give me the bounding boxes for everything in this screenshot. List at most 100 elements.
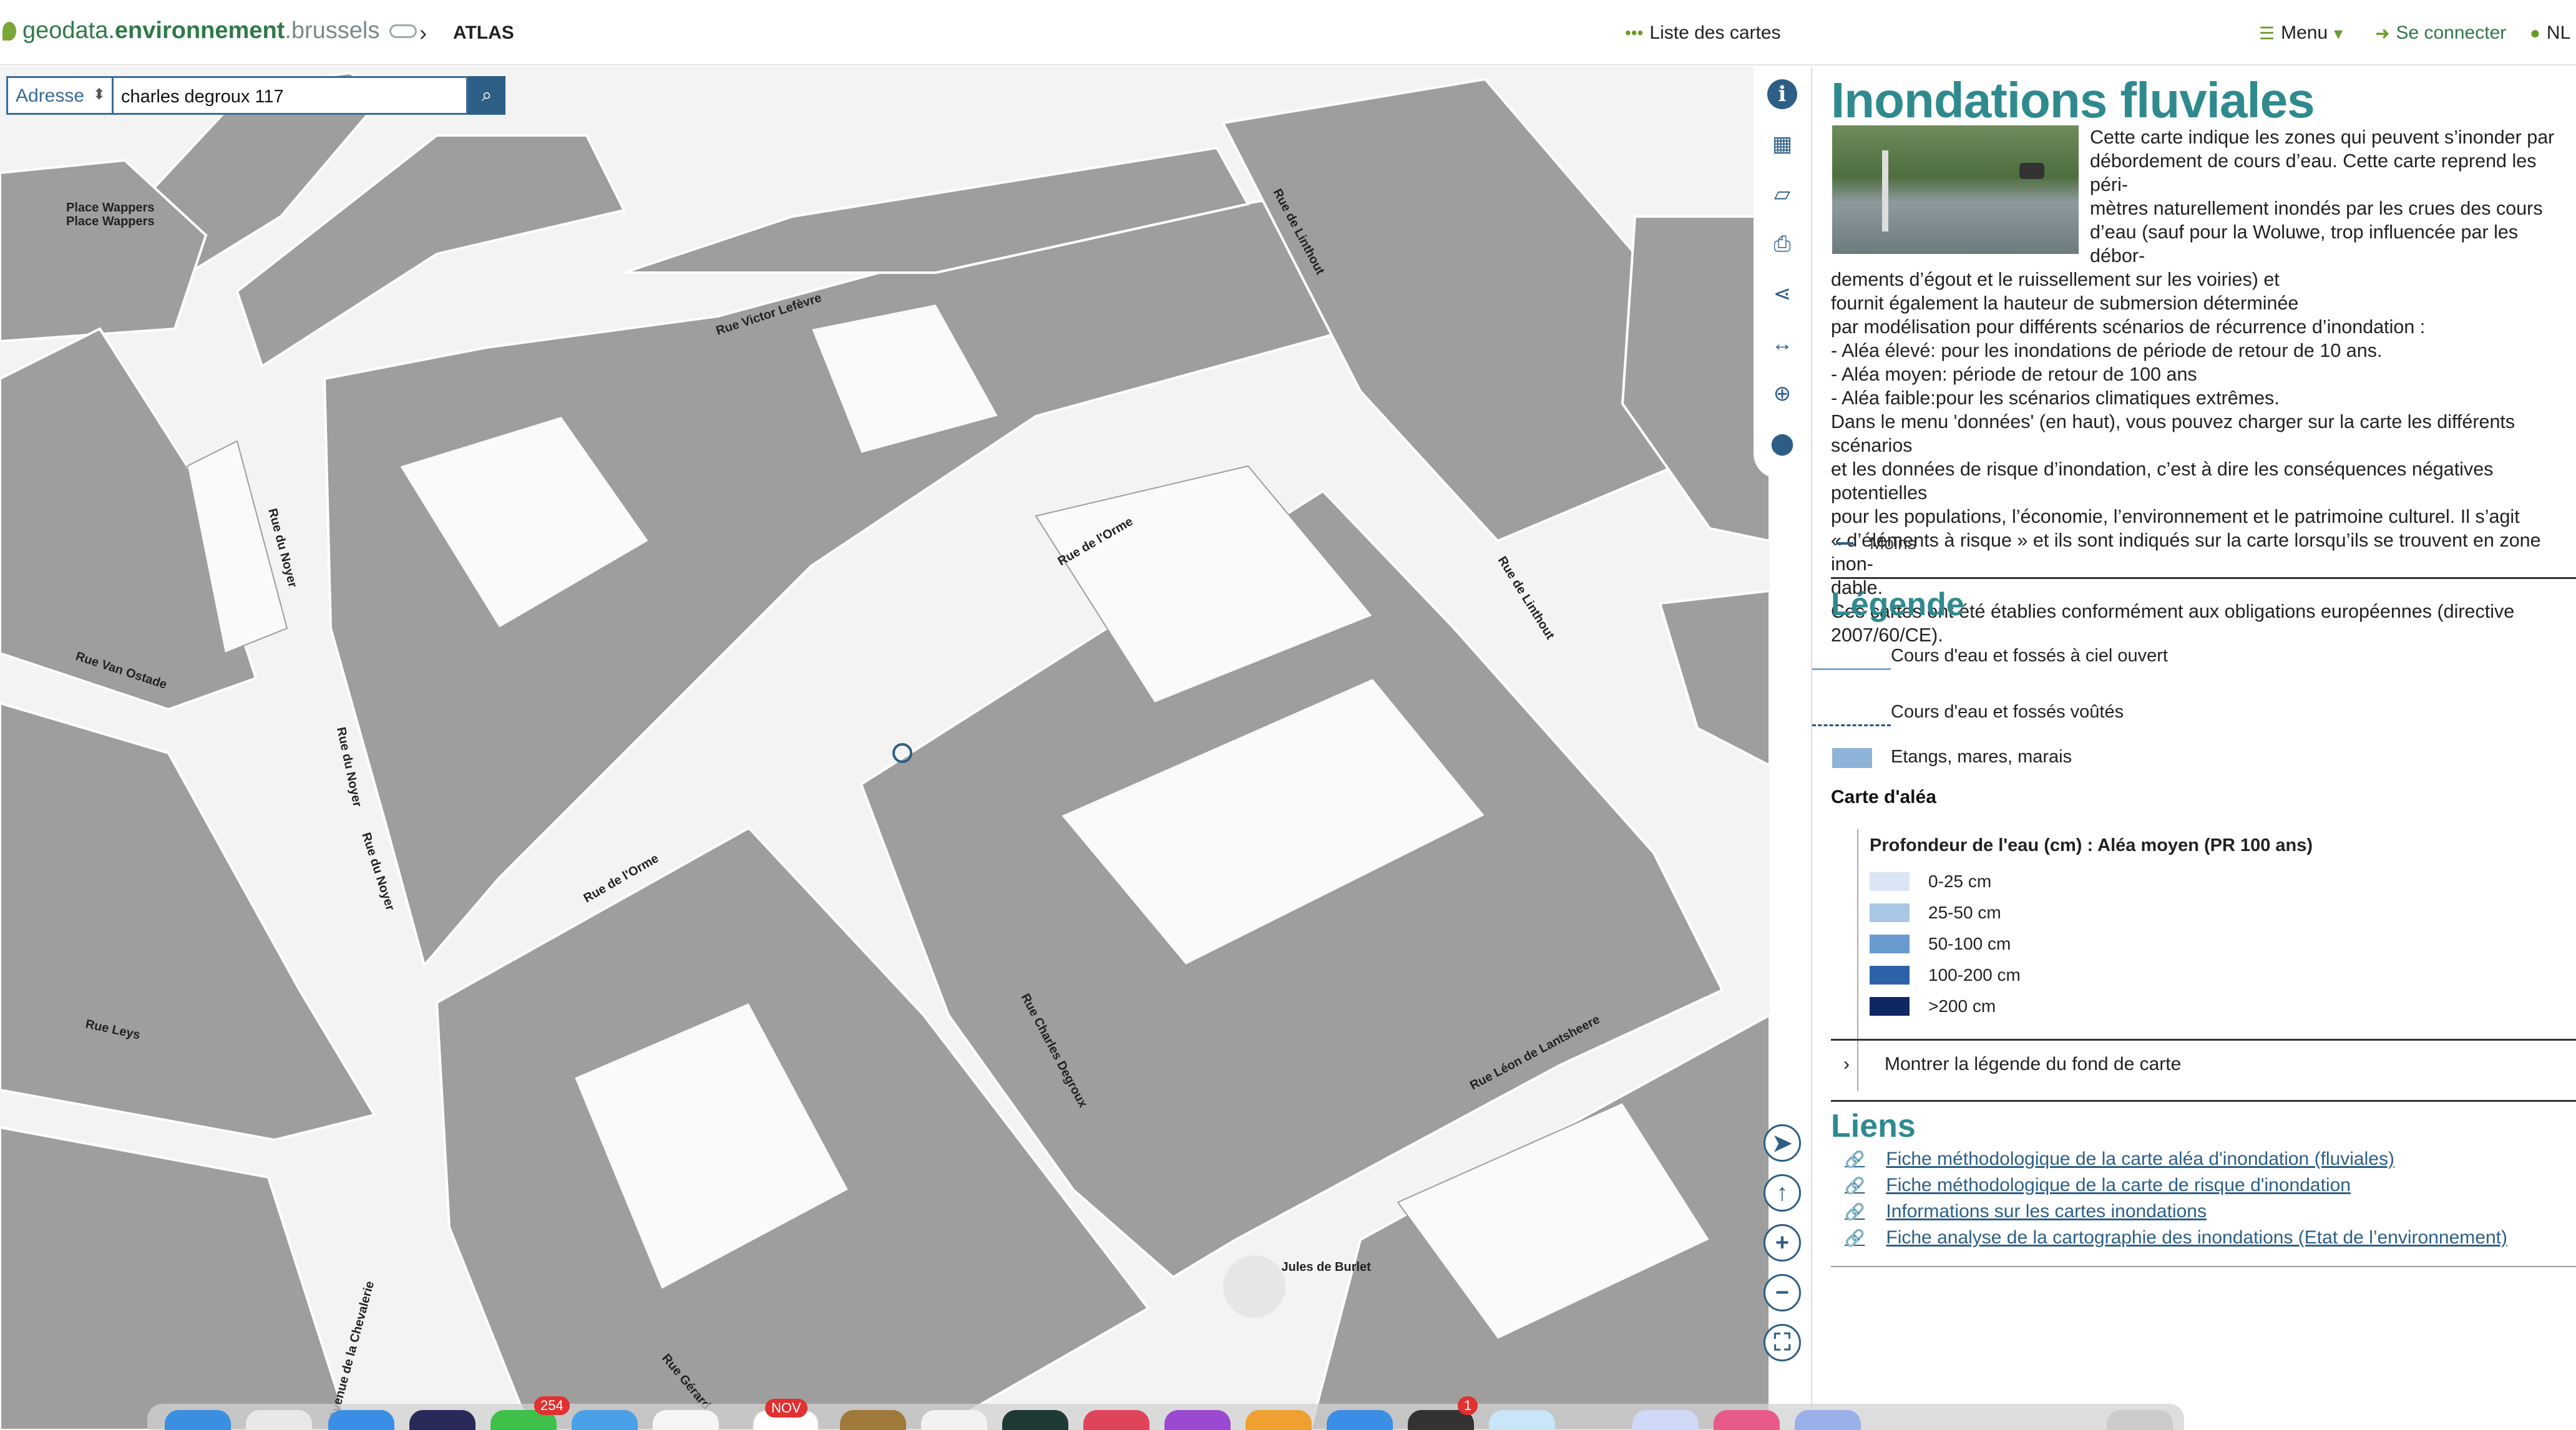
app-icon[interactable]: [409, 1410, 476, 1430]
share-icon[interactable]: ⋖: [1767, 279, 1797, 309]
link-label: Informations sur les cartes inondations: [1886, 1201, 2207, 1222]
logo-text-2: environnement: [114, 17, 285, 44]
desc-line: dements d’égout et le ruissellement sur …: [1831, 269, 2280, 290]
login-link[interactable]: ➜ Se connecter: [2375, 22, 2506, 44]
finder-icon[interactable]: [165, 1410, 231, 1430]
login-label: Se connecter: [2396, 22, 2507, 43]
breadcrumb-atlas[interactable]: ATLAS: [453, 22, 514, 44]
app-icon[interactable]: [1795, 1410, 1861, 1430]
info-panel: Inondations fluviales Cette carte indiqu…: [1811, 67, 2576, 1430]
link-icon: 🔗: [1845, 1228, 1865, 1247]
dots-icon: •••: [1625, 23, 1644, 42]
swatch: [1870, 872, 1910, 891]
logo-text-1: geodata.: [22, 17, 115, 44]
legend-item: Cours d'eau et fossés à ciel ouvert: [1891, 646, 2168, 666]
panel-title: Inondations fluviales: [1831, 72, 2315, 128]
swatch: [1870, 903, 1910, 922]
desc-line: par modélisation pour différents scénari…: [1831, 316, 2426, 338]
depth-class-label: 0-25 cm: [1928, 872, 1992, 891]
app-icon[interactable]: [1246, 1410, 1312, 1430]
divider: [1831, 577, 2576, 579]
desc-line: fournit également la hauteur de submersi…: [1831, 293, 2299, 314]
map-toolbar: i ▦ ▱ ⎙ ⋖ ↔ ⊕ ⬤: [1754, 67, 1810, 479]
search-button[interactable]: ⌕: [468, 76, 505, 115]
logo-text-3: .brussels: [285, 17, 380, 44]
language-switch[interactable]: ● NL: [2530, 22, 2570, 44]
menu-button[interactable]: ☰ Menu ▾: [2259, 22, 2343, 44]
link-label: Fiche méthodologique de la carte de risq…: [1886, 1175, 2351, 1195]
navigate-icon[interactable]: ➤: [1764, 1124, 1801, 1162]
settings-badge: 1: [1458, 1396, 1478, 1415]
macos-dock: 254 NOV 1: [147, 1396, 2184, 1430]
search-input[interactable]: charles degroux 117: [114, 76, 468, 115]
show-basemap-legend-toggle[interactable]: › Montrer la légende du fond de carte: [1843, 1054, 2181, 1075]
divider: [1831, 1039, 2576, 1041]
measure-icon[interactable]: ↔: [1767, 329, 1797, 359]
address-search: Adresse charles degroux 117 ⌕: [6, 76, 505, 115]
north-arrow-icon[interactable]: ↑: [1764, 1174, 1801, 1212]
map-canvas[interactable]: Place Wappers Place Wappers Rue Victor L…: [0, 67, 1770, 1430]
safari-icon[interactable]: [328, 1410, 394, 1430]
trash-icon[interactable]: [2107, 1410, 2173, 1430]
depth-title: Profondeur de l'eau (cm) : Aléa moyen (P…: [1870, 835, 2313, 855]
pin-icon[interactable]: ⬤: [1767, 429, 1797, 459]
app-icon[interactable]: [1489, 1410, 1555, 1430]
app-store-icon[interactable]: [1327, 1410, 1393, 1430]
zoom-in-button[interactable]: +: [1764, 1224, 1801, 1262]
cloud-icon: [389, 24, 417, 38]
breadcrumb-separator: ›: [419, 20, 427, 46]
leaf-icon: [2, 21, 16, 41]
show-basemap-legend-label: Montrer la légende du fond de carte: [1885, 1054, 2182, 1074]
app-icon[interactable]: [1714, 1410, 1780, 1430]
table-icon[interactable]: ▦: [1767, 129, 1797, 159]
info-icon[interactable]: i: [1767, 79, 1797, 109]
link-item[interactable]: 🔗 Informations sur les cartes inondations: [1845, 1199, 2507, 1225]
desc-line: - Aléa faible:pour les scénarios climati…: [1831, 387, 2280, 409]
zoom-out-button[interactable]: −: [1764, 1274, 1801, 1311]
top-header: geodata. environnement .brussels › ATLAS •…: [0, 0, 2576, 66]
desc-line: pour les populations, l’économie, l’envi…: [1831, 506, 2520, 527]
desc-line: 2007/60/CE).: [1831, 625, 1943, 646]
app-icon[interactable]: [1002, 1410, 1068, 1430]
launchpad-icon[interactable]: [246, 1410, 312, 1430]
hamburger-icon: ☰: [2259, 23, 2275, 43]
print-icon[interactable]: ⎙: [1767, 229, 1797, 259]
link-item[interactable]: 🔗 Fiche méthodologique de la carte de ris…: [1845, 1172, 2507, 1199]
swatch: [1870, 997, 1910, 1016]
map-label: Place Wappers: [66, 201, 155, 215]
locate-crosshair-icon[interactable]: ⊕: [1767, 379, 1797, 409]
depth-class-label: 50-100 cm: [1928, 934, 2011, 953]
photos-icon[interactable]: [653, 1410, 719, 1430]
desc-line: - Aléa moyen: période de retour de 100 a…: [1831, 364, 2197, 385]
fullscreen-icon[interactable]: ⛶: [1764, 1324, 1801, 1361]
ponds-symbol: [1832, 748, 1872, 768]
link-item[interactable]: 🔗 Fiche méthodologique de la carte aléa d…: [1845, 1146, 2507, 1172]
menu-label: Menu: [2281, 22, 2328, 43]
music-icon[interactable]: [1083, 1410, 1149, 1430]
app-icon[interactable]: [1632, 1410, 1699, 1430]
depth-class-label: 100-200 cm: [1928, 965, 2021, 985]
speech-bubble-icon: ●: [2530, 23, 2540, 42]
open-watercourse-symbol: [1812, 668, 1891, 670]
search-type-select[interactable]: Adresse: [6, 76, 114, 115]
legend-title: Légende: [1831, 586, 1964, 623]
depth-class: >200 cm: [1870, 996, 1996, 1016]
list-maps-link[interactable]: ••• Liste des cartes: [1625, 22, 1781, 44]
link-item[interactable]: 🔗 Fiche analyse de la cartographie des in…: [1845, 1225, 2507, 1251]
link-label: Fiche analyse de la cartographie des ino…: [1886, 1227, 2507, 1248]
site-logo[interactable]: geodata. environnement .brussels: [2, 17, 417, 44]
map-icon[interactable]: ▱: [1767, 179, 1797, 209]
links-title: Liens: [1831, 1108, 1916, 1144]
chevron-right-icon: ›: [1843, 1054, 1850, 1074]
podcasts-icon[interactable]: [1164, 1410, 1231, 1430]
depth-class: 50-100 cm: [1870, 934, 2011, 954]
app-icon[interactable]: [840, 1410, 906, 1430]
app-icon[interactable]: [921, 1410, 987, 1430]
vaulted-watercourse-symbol: [1812, 724, 1891, 726]
maps-icon[interactable]: [572, 1410, 638, 1430]
collapse-description-button[interactable]: Moins: [1836, 533, 1916, 553]
link-icon: 🔗: [1845, 1175, 1865, 1195]
language-label: NL: [2546, 22, 2571, 43]
depth-class: 0-25 cm: [1870, 872, 1991, 892]
divider: [1831, 1266, 2576, 1267]
